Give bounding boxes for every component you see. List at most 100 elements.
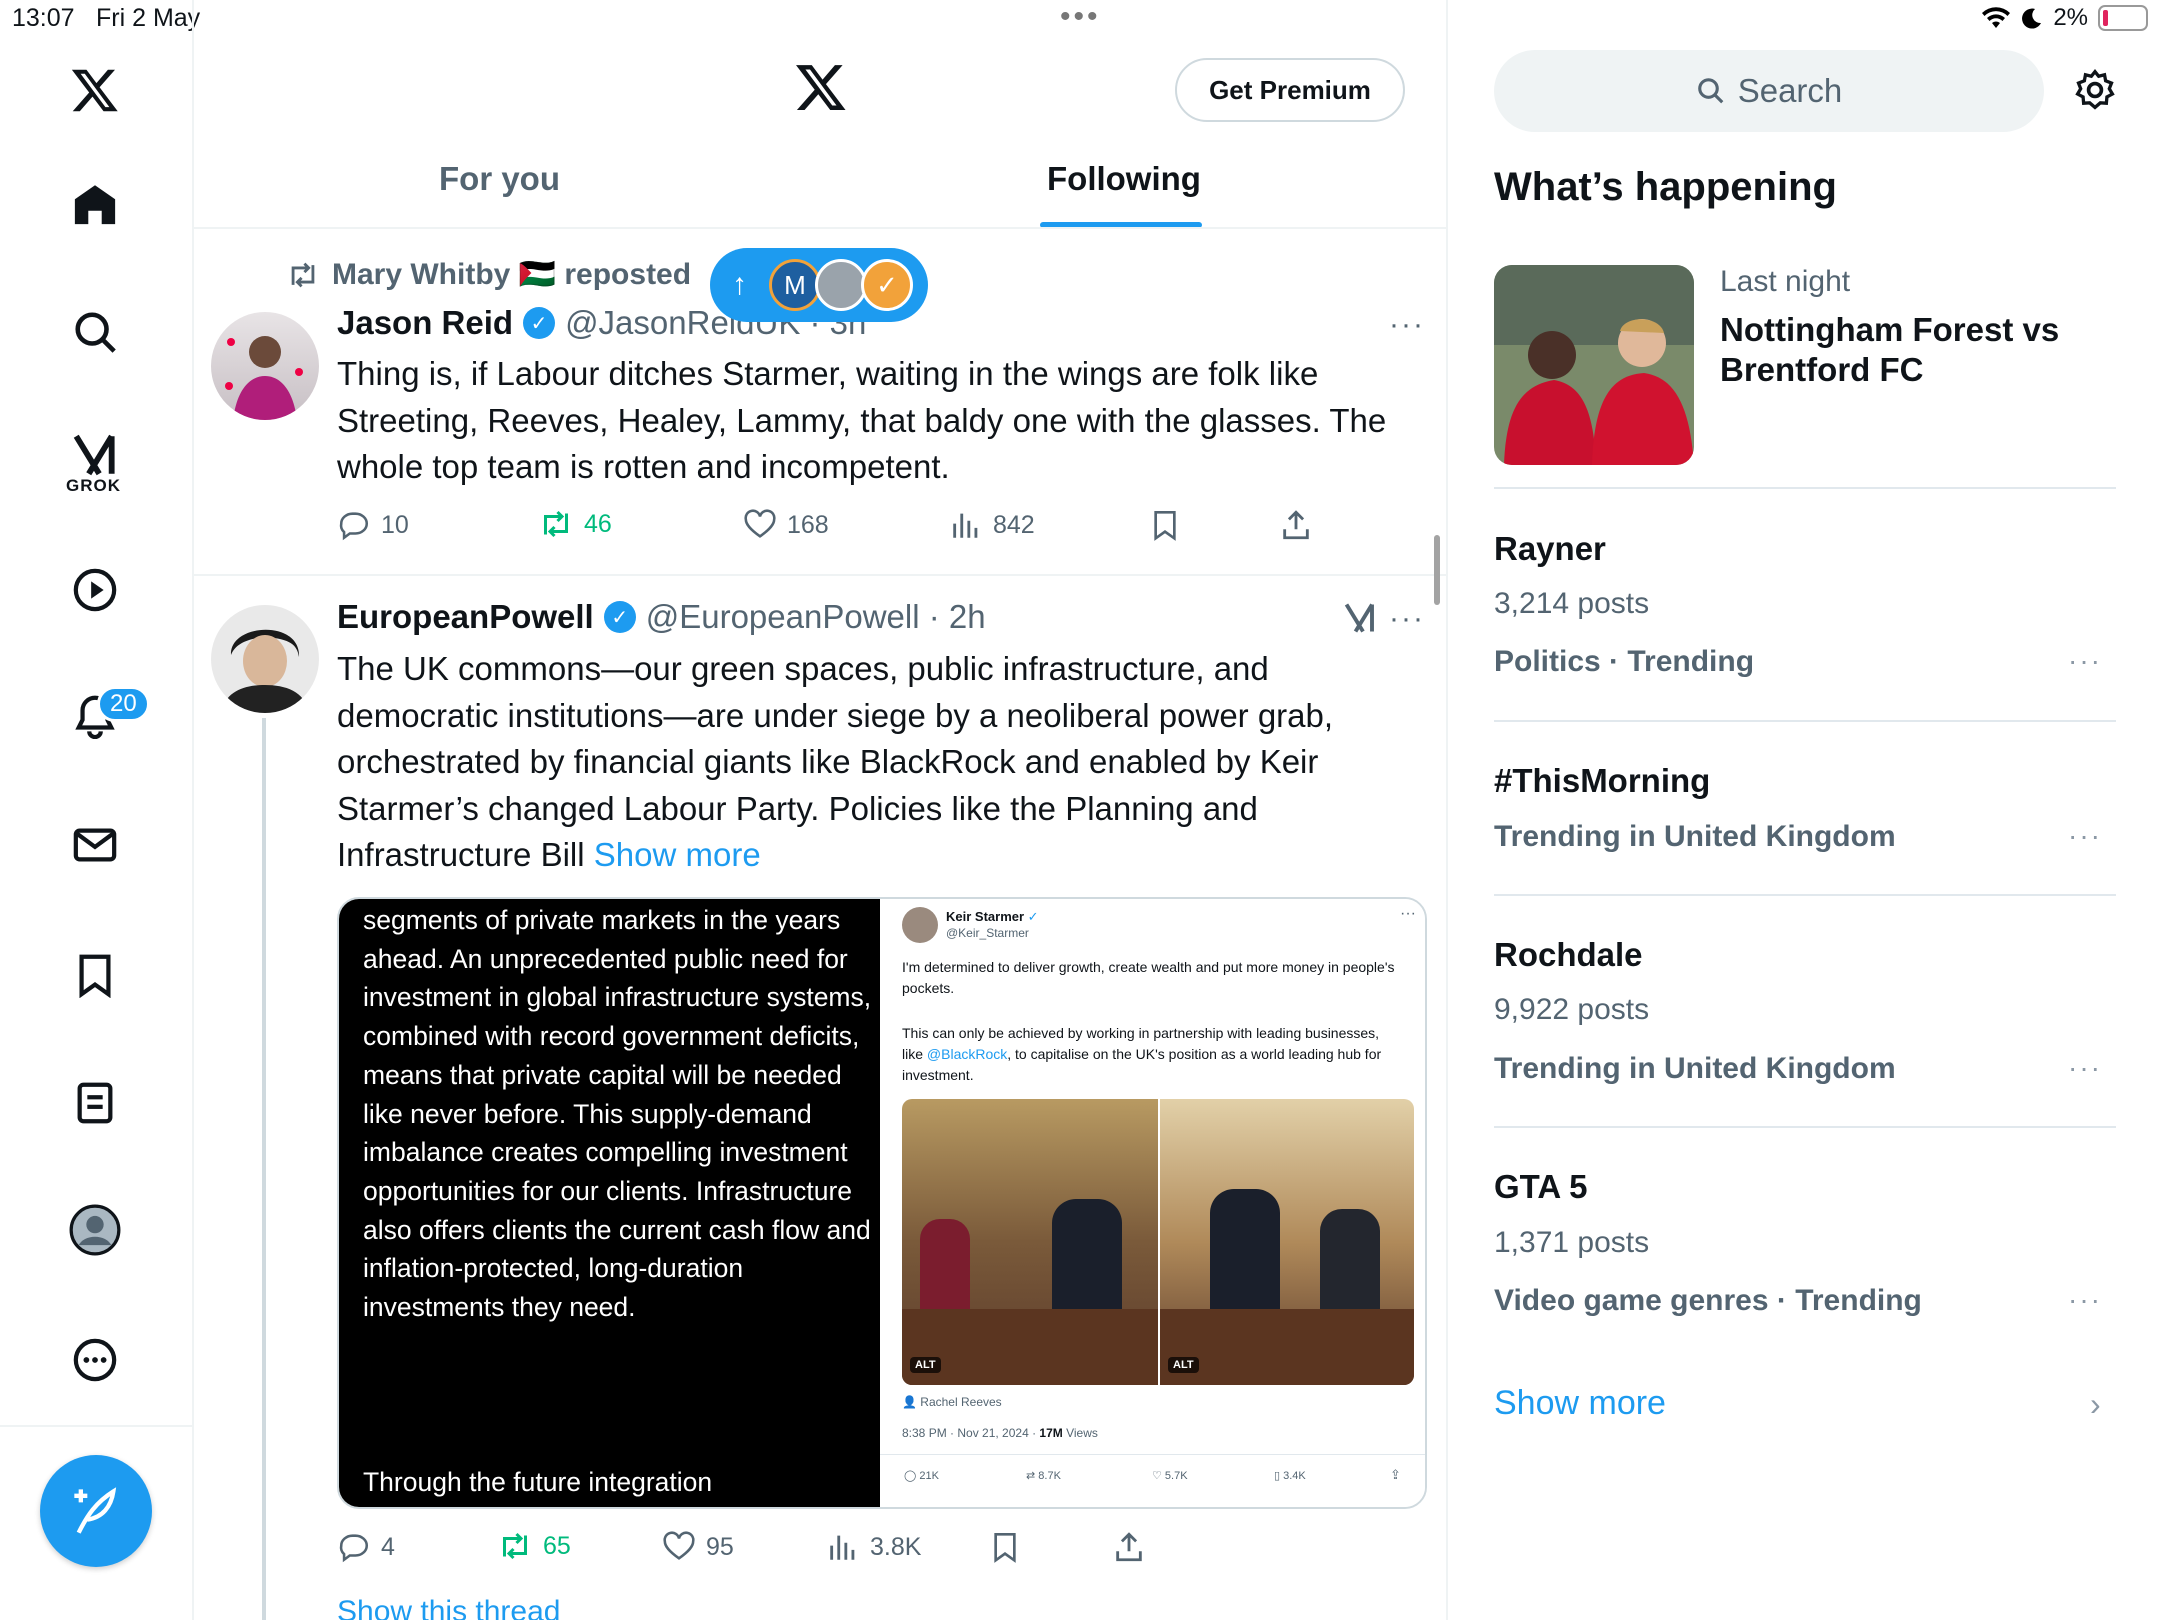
media-embedded-tweet[interactable]: Keir Starmer ✓ @Keir_Starmer ··· I'm det… [880, 899, 1425, 1507]
home-icon[interactable] [65, 175, 125, 235]
trends-show-more-link[interactable]: Show more [1494, 1384, 1666, 1423]
tweet1-reply-count: 10 [381, 510, 409, 539]
verified-badge-icon: ✓ [523, 307, 556, 339]
trend-category: Politics · Trending [1494, 645, 1755, 678]
embedded-author: Keir Starmer ✓ [946, 909, 1039, 925]
new-posts-pill[interactable]: ↑ M ✓ [710, 248, 928, 322]
trend-title: GTA 5 [1494, 1168, 1588, 1205]
grok-explain-icon[interactable] [1342, 600, 1378, 641]
show-thread-link[interactable]: Show this thread [337, 1595, 560, 1620]
grok-label: GROK [66, 476, 121, 495]
trend-category: Trending in United Kingdom [1494, 1052, 1896, 1085]
tweet2-more-icon[interactable]: ··· [1389, 602, 1425, 636]
trend-category: Video game genres · Trending [1494, 1284, 1922, 1317]
trend-divider [1494, 720, 2116, 722]
trend-more-icon[interactable]: ··· [2068, 820, 2102, 852]
embedded-avatar [902, 907, 938, 943]
tweet1-bookmark-button[interactable] [1149, 508, 1181, 542]
tweet2-bookmark-button[interactable] [989, 1530, 1021, 1564]
alt-badge: ALT [1168, 1357, 1199, 1373]
profile-avatar-icon[interactable] [65, 1200, 125, 1260]
messages-envelope-icon[interactable] [65, 815, 125, 875]
embedded-likes: ♡ 5.7K [1152, 1470, 1188, 1482]
pill-avatar-1: M [769, 259, 821, 311]
embedded-photo-1: ALT [902, 1099, 1158, 1385]
tweet2-author-name[interactable]: EuropeanPowell [337, 598, 594, 636]
trend-more-icon[interactable]: ··· [2068, 645, 2102, 677]
get-premium-button[interactable]: Get Premium [1175, 58, 1405, 122]
explore-search-icon[interactable] [65, 302, 125, 362]
tweet2-like-button[interactable]: 95 [662, 1530, 734, 1564]
tab-for-you[interactable]: For you [439, 160, 560, 198]
chevron-right-icon[interactable]: › [2090, 1386, 2101, 1423]
trend-title: Rayner [1494, 530, 1606, 567]
compose-post-button[interactable] [40, 1455, 152, 1567]
tweet-divider [194, 574, 1448, 576]
search-input[interactable]: Search [1494, 50, 2044, 132]
reply-icon [339, 1534, 368, 1563]
tweet1-like-button[interactable]: 168 [743, 508, 829, 542]
x-logo-icon[interactable] [65, 60, 125, 120]
tweet1-views-button[interactable]: 842 [949, 508, 1035, 542]
tweet2-reply-button[interactable]: 4 [337, 1530, 395, 1564]
lists-icon[interactable] [65, 1073, 125, 1133]
repost-indicator[interactable]: Mary Whitby 🇵🇸 reposted [286, 257, 691, 292]
tweet1-share-button[interactable] [1279, 508, 1313, 542]
embedded-timestamp: 8:38 PM · Nov 21, 2024 · 17M Views [902, 1426, 1098, 1440]
tweet1-views-count: 842 [993, 510, 1035, 539]
media-text-screenshot[interactable]: segments of private markets in the years… [339, 899, 880, 1507]
tweet2-body: The UK commons—our green spaces, public … [337, 650, 1334, 873]
search-icon [1697, 78, 1724, 104]
nav-divider [0, 1425, 194, 1427]
featured-trend-title[interactable]: Nottingham Forest vs Brentford FC [1720, 310, 2080, 390]
views-chart-icon [953, 513, 978, 538]
left-nav: GROK 20 [0, 0, 194, 1620]
tweet1-like-count: 168 [787, 510, 829, 539]
reply-icon [339, 512, 368, 541]
tweet2-show-more-link[interactable]: Show more [594, 836, 761, 873]
featured-trend-image[interactable] [1494, 265, 1694, 465]
trend-posts: 9,922 posts [1494, 993, 1650, 1026]
avatar-jason-reid[interactable] [211, 312, 319, 420]
trend-category: Trending in United Kingdom [1494, 820, 1896, 853]
avatar-european-powell[interactable] [211, 605, 319, 713]
tweet2-like-count: 95 [706, 1532, 734, 1561]
tweet2-handle[interactable]: @EuropeanPowell · 2h [646, 598, 986, 636]
battery-icon [2098, 5, 2148, 31]
tweet1-reply-button[interactable]: 10 [337, 508, 409, 542]
wifi-icon [1982, 7, 2011, 29]
tab-following[interactable]: Following [1047, 160, 1201, 198]
tweet2-media[interactable]: segments of private markets in the years… [337, 897, 1427, 1509]
timeline-scrollbar[interactable] [1434, 535, 1440, 605]
trend-posts: 3,214 posts [1494, 587, 1650, 620]
more-options-icon[interactable] [65, 1330, 125, 1390]
status-right: 2% [1981, 4, 2148, 32]
search-placeholder: Search [1737, 72, 1843, 109]
trend-more-icon[interactable]: ··· [2068, 1284, 2102, 1316]
tweet2-reply-count: 4 [381, 1532, 395, 1561]
tweet1-more-icon[interactable]: ··· [1389, 308, 1425, 342]
person-icon: 👤 [902, 1395, 917, 1409]
trend-more-icon[interactable]: ··· [2068, 1052, 2102, 1084]
featured-trend-meta: Last night [1720, 265, 1851, 298]
tweet2-repost-button[interactable]: 65 [497, 1530, 571, 1562]
pill-avatar-2 [815, 259, 867, 311]
embedded-para2: This can only be achieved by working in … [902, 1025, 1382, 1083]
share-icon [1116, 1532, 1142, 1562]
tweet1-repost-button[interactable]: 46 [538, 508, 612, 540]
compose-feather-icon [74, 1487, 117, 1534]
moon-icon [2022, 8, 2042, 29]
tweet1-repost-count: 46 [584, 509, 612, 538]
tweet1-author-name[interactable]: Jason Reid [337, 304, 513, 342]
media-text-paragraph-2: Through the future integration [363, 1467, 713, 1497]
trend-divider [1494, 1126, 2116, 1128]
whats-happening-heading: What’s happening [1494, 165, 1837, 209]
embedded-share-icon: ⇪ [1390, 1467, 1401, 1482]
bookmarks-icon[interactable] [65, 945, 125, 1005]
settings-gear-icon[interactable] [2073, 68, 2117, 117]
video-play-icon[interactable] [65, 560, 125, 620]
tweet2-share-button[interactable] [1112, 1530, 1146, 1564]
trend-divider [1494, 894, 2116, 896]
tweet2-views-button[interactable]: 3.8K [826, 1530, 921, 1564]
tweet2-views-count: 3.8K [870, 1532, 922, 1561]
